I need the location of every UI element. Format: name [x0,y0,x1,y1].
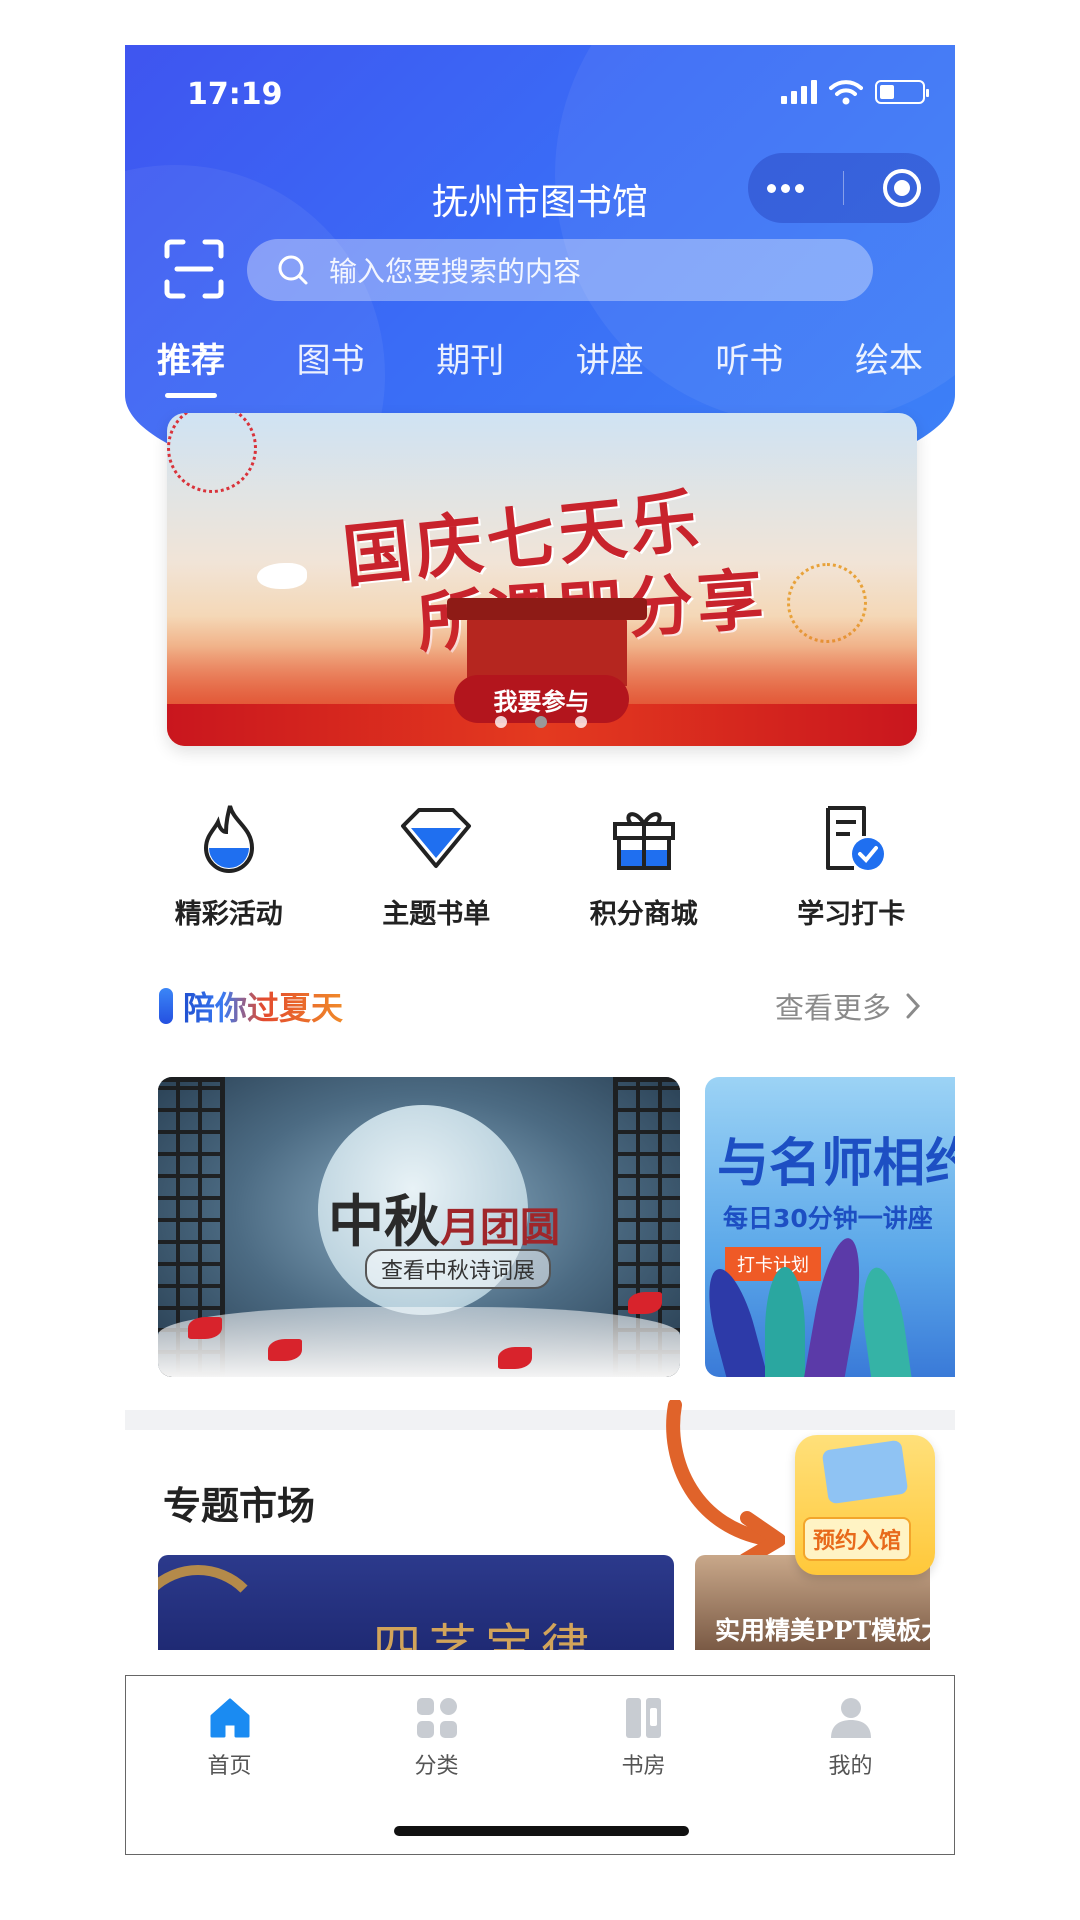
special-item-title: 实用精美PPT模板大全 [715,1616,930,1645]
petal-decoration [188,1317,222,1339]
home-indicator [394,1826,689,1836]
tab-recommend[interactable]: 推荐 [157,333,225,398]
petal-decoration [498,1347,532,1369]
tabbar-label: 分类 [414,1754,459,1779]
diamond-icon [401,808,472,868]
search-placeholder: 输入您要搜索的内容 [329,255,582,288]
special-item[interactable]: 四艺宝律 [158,1555,674,1650]
promo-banner[interactable]: 国庆七天乐 所遇即分享 我要参与 [167,413,917,746]
tab-audiobooks[interactable]: 听书 [715,333,783,382]
quick-link-points-mall[interactable]: 积分商城 [554,800,734,931]
quick-link-booklists[interactable]: 主题书单 [346,800,526,931]
firework-decoration [167,413,257,493]
carousel-dot [535,716,547,728]
quick-links: 精彩活动 主题书单 积分商城 学习打卡 [125,800,955,931]
wifi-icon [829,80,863,105]
tabbar-label: 我的 [828,1754,873,1779]
ink-swirl-decoration [158,1565,268,1650]
section-header-summer: 陪你过夏天 [159,983,343,1029]
tabbar-label: 书房 [621,1754,666,1779]
special-item-title: 四艺宝律 [373,1619,598,1650]
signal-icon [781,80,817,104]
gift-icon [612,812,675,870]
petal-decoration [268,1339,302,1361]
section-divider [125,1410,955,1430]
card-tag: 打卡计划 [725,1247,821,1281]
chevron-right-icon [906,993,921,1019]
petal-decoration [628,1292,662,1314]
category-icon [416,1698,457,1738]
checklist-icon [826,806,885,870]
ticket-illustration [821,1439,909,1505]
category-tabs: 推荐 图书 期刊 讲座 听书 绘本 [125,333,955,398]
view-more-link[interactable]: 查看更多 [775,985,921,1027]
tabbar-label: 首页 [207,1754,252,1779]
bookshelf-icon [625,1698,661,1738]
quick-link-label: 精彩活动 [174,899,283,930]
app-title: 抚州市图书馆 [431,182,648,223]
tab-lectures[interactable]: 讲座 [576,333,644,382]
search-icon [278,255,308,285]
card-title-big: 中秋 [328,1189,440,1255]
lecture-card[interactable]: 与名师相约 每日30分钟一讲座 打卡计划 [705,1077,955,1377]
status-icons [781,79,929,105]
section-accent-bar [159,988,173,1024]
tabbar-profile[interactable]: 我的 [761,1694,941,1780]
bottom-tab-bar: 首页 分类 书房 我的 [125,1675,955,1855]
card-subtitle: 每日30分钟一讲座 [723,1204,933,1233]
dove-decoration [257,563,307,589]
tab-books[interactable]: 图书 [297,333,365,382]
card-title: 与名师相约 [717,1133,955,1194]
card-subtitle: 查看中秋诗词展 [365,1249,552,1289]
flame-icon [203,805,254,873]
profile-icon [830,1698,871,1738]
mid-autumn-card[interactable]: 中秋月团圆 查看中秋诗词展 [158,1077,680,1377]
special-market-title: 专题市场 [163,1484,316,1528]
scan-icon[interactable] [163,238,225,300]
tabbar-home[interactable]: 首页 [140,1694,320,1780]
section-title: 陪你过夏天 [183,983,343,1029]
leaf-decoration [856,1264,914,1377]
quick-link-label: 学习打卡 [797,899,906,930]
quick-link-label: 积分商城 [589,899,698,930]
search-input[interactable]: 输入您要搜索的内容 [247,239,873,301]
view-more-label: 查看更多 [774,991,891,1025]
home-icon [210,1698,249,1738]
tab-periodicals[interactable]: 期刊 [436,333,504,382]
leaf-decoration [765,1267,805,1377]
quick-link-checkin[interactable]: 学习打卡 [761,800,941,931]
cloud-decoration [158,1307,680,1377]
reserve-entry-label: 预约入馆 [803,1517,912,1561]
quick-link-activities[interactable]: 精彩活动 [139,800,319,931]
status-time: 17:19 [187,77,283,112]
card-title: 中秋月团圆 [328,1177,560,1258]
card-title-small: 月团圆 [440,1204,560,1251]
reserve-entry-button[interactable]: 预约入馆 [795,1435,935,1575]
tabbar-bookshelf[interactable]: 书房 [554,1694,734,1780]
phone-screen: 17:19 抚州市图书馆 输入您要搜索的内容 推荐 图书 期刊 讲座 听书 绘本… [125,45,955,1855]
battery-icon [875,80,929,104]
arrow-annotation [666,1400,785,1567]
quick-link-label: 主题书单 [382,899,491,930]
carousel-dot [495,716,507,728]
carousel-dot [575,716,587,728]
tabbar-category[interactable]: 分类 [347,1694,527,1780]
tab-picture-books[interactable]: 绘本 [855,333,923,382]
